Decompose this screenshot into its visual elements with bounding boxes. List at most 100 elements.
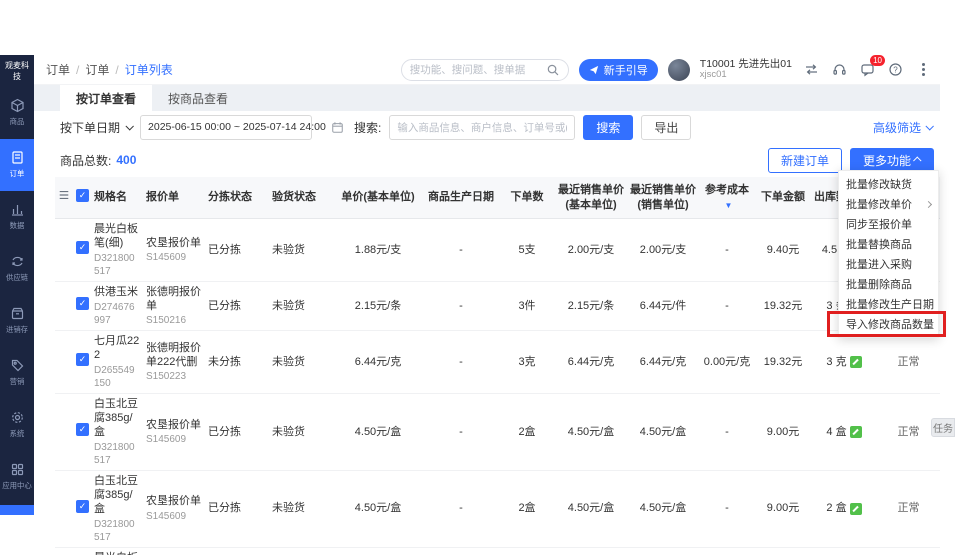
filter-caret-icon[interactable]: ▼: [725, 201, 733, 210]
table-row[interactable]: 白玉北豆腐385g/盒 D321800517 农垦报价单 S145609 已分拣…: [55, 394, 940, 471]
advanced-filter-link[interactable]: 高级筛选: [873, 119, 932, 136]
col-check-status: 验货状态: [269, 187, 333, 207]
col-order-amount: 下单金额: [755, 187, 811, 207]
spec-code: D265549150: [94, 364, 140, 390]
row-handle: [55, 247, 73, 253]
new-order-button[interactable]: 新建订单: [768, 148, 842, 173]
order-amount: 19.32元: [755, 352, 811, 372]
table-row[interactable]: 晨光白板笔(细) D3218005 农垦报价单 S145609 未分拣 未验货 …: [55, 548, 940, 555]
out-qty-cell: 2 盒: [811, 498, 877, 518]
recent-base-price: 2.15元/条: [555, 296, 627, 316]
spec-name[interactable]: 供港玉米: [94, 285, 140, 299]
search-button[interactable]: 搜索: [583, 115, 633, 140]
edit-icon[interactable]: [850, 426, 862, 438]
date-range-input[interactable]: 2025-06-15 00:00 ~ 2025-07-14 24:00: [140, 115, 312, 140]
col-drag-handle[interactable]: [55, 186, 73, 208]
spec-name[interactable]: 七月瓜222: [94, 334, 140, 363]
sidebar-item-supply-chain[interactable]: 供应链: [0, 243, 34, 295]
menu-item-sync-quote[interactable]: 同步至报价单: [839, 214, 938, 234]
date-type-dropdown[interactable]: 按下单日期: [60, 119, 132, 136]
prod-date: -: [423, 296, 499, 316]
help-icon[interactable]: ?: [886, 61, 904, 79]
menu-item-label: 批量修改缺货: [846, 176, 912, 192]
row-checkbox[interactable]: [76, 500, 89, 513]
more-actions-button[interactable]: 更多功能: [850, 148, 934, 173]
message-icon[interactable]: 10: [858, 61, 876, 79]
menu-item-batch-stockout[interactable]: 批量修改缺货: [839, 174, 938, 194]
sidebar-item-system[interactable]: 系统: [0, 399, 34, 451]
spec-name[interactable]: 白玉北豆腐385g/盒: [94, 397, 140, 440]
total-count-value: 400: [116, 153, 136, 167]
menu-item-batch-purchase[interactable]: 批量进入采购: [839, 254, 938, 274]
sidebar-item-data[interactable]: 数据: [0, 191, 34, 243]
spec-code: D321800517: [94, 518, 140, 544]
guide-button-label: 新手引导: [604, 62, 648, 78]
calendar-icon: [331, 121, 344, 134]
recent-base-price: 6.44元/克: [555, 352, 627, 372]
spec-name[interactable]: 晨光白板笔(细): [94, 222, 140, 251]
global-search-input[interactable]: 搜功能、搜问题、搜单据: [401, 59, 569, 81]
menu-item-batch-replace[interactable]: 批量替换商品: [839, 234, 938, 254]
sidebar-item-orders[interactable]: 订单: [0, 139, 34, 191]
tag-icon: [10, 358, 25, 373]
sidebar-item-goods[interactable]: 商品: [0, 87, 34, 139]
swap-icon[interactable]: [802, 61, 820, 79]
unit-price: 4.50元/盒: [333, 498, 423, 518]
sort-status: 未分拣: [205, 352, 269, 372]
menu-item-import-modify-qty[interactable]: 导入修改商品数量: [839, 314, 938, 334]
tab-by-order[interactable]: 按订单查看: [60, 85, 152, 111]
search-icon[interactable]: [546, 63, 560, 77]
table-row[interactable]: 白玉北豆腐385g/盒 D321800517 农垦报价单 S145609 已分拣…: [55, 471, 940, 548]
breadcrumb: 订单 订单 订单列表: [46, 61, 173, 78]
table-row[interactable]: 供港玉米 D274676997 张德明报价单 S150216 已分拣 未验货 2…: [55, 282, 940, 332]
sidebar-item-label: 营销: [10, 377, 25, 387]
page: 观麦科技 商品 订单 数据 供应链: [0, 0, 955, 555]
guide-button[interactable]: 新手引导: [579, 59, 658, 81]
menu-item-label: 同步至报价单: [846, 216, 912, 232]
user-info[interactable]: T10001 先进先出01 xjsc01: [700, 58, 792, 81]
avatar[interactable]: [668, 59, 690, 81]
sidebar-item-inventory[interactable]: 进销存: [0, 295, 34, 347]
order-amount: 9.00元: [755, 498, 811, 518]
menu-item-batch-price[interactable]: 批量修改单价: [839, 194, 938, 214]
more-icon[interactable]: [914, 61, 932, 79]
cycle-icon: [10, 254, 25, 269]
tab-by-product[interactable]: 按商品查看: [152, 85, 244, 111]
menu-item-batch-delete[interactable]: 批量删除商品: [839, 274, 938, 294]
breadcrumb-item[interactable]: 订单: [46, 61, 70, 78]
more-actions-label: 更多功能: [863, 152, 911, 169]
breadcrumb-item[interactable]: 订单: [70, 61, 109, 78]
svg-text:?: ?: [893, 65, 898, 74]
row-checkbox[interactable]: [76, 423, 89, 436]
spec-name[interactable]: 白玉北豆腐385g/盒: [94, 474, 140, 517]
headset-icon[interactable]: [830, 61, 848, 79]
order-qty: 2盒: [499, 422, 555, 442]
sidebar-item-marketing[interactable]: 营销: [0, 347, 34, 399]
table-row[interactable]: 七月瓜222 D265549150 张德明报价单222代删 S150223 未分…: [55, 331, 940, 394]
export-button[interactable]: 导出: [641, 115, 691, 140]
spec-name[interactable]: 晨光白板笔(细): [94, 551, 140, 555]
submenu-arrow-icon: [925, 200, 932, 207]
prod-date: -: [423, 498, 499, 518]
task-tab[interactable]: 任务: [931, 418, 955, 437]
order-amount: 9.40元: [755, 240, 811, 260]
app-window: 观麦科技 商品 订单 数据 供应链: [0, 55, 940, 515]
menu-item-batch-prod-date[interactable]: 批量修改生产日期: [839, 294, 938, 314]
row-checkbox[interactable]: [76, 353, 89, 366]
date-type-label: 按下单日期: [60, 119, 120, 136]
filter-search-input[interactable]: 输入商品信息、商户信息、订单号或(商品、商户: [389, 115, 575, 140]
quote-code: S150223: [146, 370, 202, 383]
edit-icon[interactable]: [850, 503, 862, 515]
chart-icon: [10, 202, 25, 217]
sidebar-item-label: 商品: [10, 117, 25, 127]
row-checkbox[interactable]: [76, 297, 89, 310]
table-row[interactable]: 晨光白板笔(细) D321800517 农垦报价单 S145609 已分拣 未验…: [55, 219, 940, 282]
select-all-checkbox[interactable]: [76, 189, 89, 202]
sidebar-item-app-center[interactable]: 应用中心: [0, 451, 34, 503]
spec-cell: 晨光白板笔(细) D3218005: [91, 548, 143, 555]
edit-icon[interactable]: [850, 356, 862, 368]
sidebar-footer-accent[interactable]: [0, 505, 34, 515]
row-checkbox[interactable]: [76, 241, 89, 254]
menu-item-label: 批量进入采购: [846, 256, 912, 272]
recent-sale-price: 4.50元/盒: [627, 422, 699, 442]
